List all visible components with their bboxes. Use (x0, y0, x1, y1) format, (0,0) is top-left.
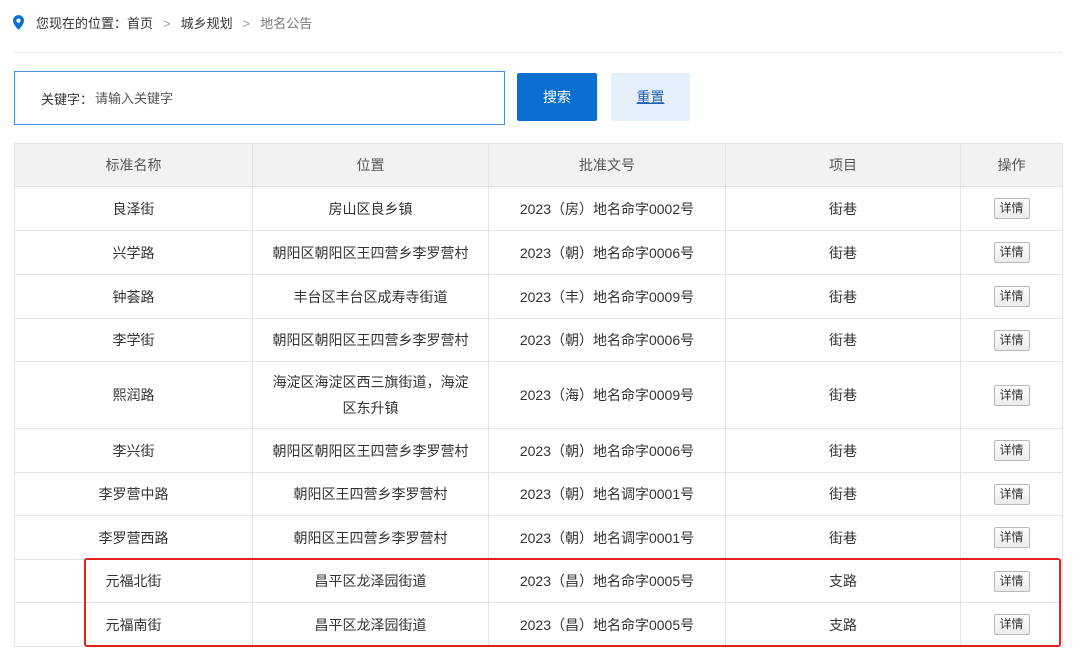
cell-approval-no: 2023（海）地名命字0009号 (489, 362, 726, 429)
table-header: 标准名称 位置 批准文号 项目 操作 (15, 144, 1063, 187)
table-row: 元福北街 昌平区龙泽园街道 2023（昌）地名命字0005号 支路 详情 (15, 560, 1063, 603)
breadcrumb-separator: > (242, 16, 251, 31)
cell-category: 街巷 (726, 319, 961, 362)
cell-location: 朝阳区朝阳区王四营乡李罗营村 (253, 429, 489, 473)
column-header-name: 标准名称 (15, 144, 253, 187)
detail-button[interactable]: 详情 (993, 242, 1030, 263)
cell-location: 昌平区龙泽园街道 (253, 560, 489, 603)
cell-action: 详情 (961, 362, 1063, 429)
table-row: 元福南街 昌平区龙泽园街道 2023（昌）地名命字0005号 支路 详情 (15, 603, 1063, 647)
table-row: 李罗营中路 朝阳区王四营乡李罗营村 2023（朝）地名调字0001号 街巷 详情 (15, 473, 1063, 516)
cell-approval-no: 2023（昌）地名命字0005号 (489, 560, 726, 603)
breadcrumb-separator: > (163, 16, 171, 31)
cell-location: 朝阳区王四营乡李罗营村 (253, 516, 489, 560)
column-header-location: 位置 (253, 144, 489, 187)
table-row: 李学街 朝阳区朝阳区王四营乡李罗营村 2023（朝）地名命字0006号 街巷 详… (15, 319, 1063, 362)
cell-action: 详情 (961, 429, 1063, 473)
breadcrumb-prefix: 您现在的位置： (36, 16, 128, 31)
cell-action: 详情 (961, 319, 1063, 362)
detail-button[interactable]: 详情 (993, 384, 1030, 406)
cell-name: 元福北街 (15, 560, 253, 603)
cell-location: 海淀区海淀区西三旗街道，海淀区东升镇 (253, 362, 489, 429)
search-button[interactable]: 搜索 (517, 73, 597, 121)
table-row: 李罗营西路 朝阳区王四营乡李罗营村 2023（朝）地名调字0001号 街巷 详情 (15, 516, 1063, 560)
cell-category: 街巷 (726, 362, 961, 429)
cell-action: 详情 (961, 560, 1063, 603)
cell-action: 详情 (961, 275, 1063, 319)
reset-button[interactable]: 重置 (611, 73, 690, 121)
cell-approval-no: 2023（朝）地名命字0006号 (489, 429, 726, 473)
cell-approval-no: 2023（丰）地名命字0009号 (489, 275, 726, 319)
detail-button[interactable]: 详情 (993, 286, 1030, 307)
detail-button[interactable]: 详情 (993, 614, 1030, 635)
cell-approval-no: 2023（昌）地名命字0005号 (489, 603, 726, 647)
breadcrumb: 您现在的位置：首页 > 城乡规划 > 地名公告 (36, 14, 312, 34)
divider (14, 52, 1062, 53)
cell-location: 房山区良乡镇 (253, 187, 489, 231)
cell-location: 朝阳区朝阳区王四营乡李罗营村 (253, 231, 489, 275)
cell-name: 熙润路 (15, 362, 253, 429)
cell-action: 详情 (961, 516, 1063, 560)
detail-button[interactable]: 详情 (993, 329, 1030, 351)
column-header-approval-no: 批准文号 (489, 144, 726, 187)
cell-location: 昌平区龙泽园街道 (253, 603, 489, 647)
table-row: 李兴街 朝阳区朝阳区王四营乡李罗营村 2023（朝）地名命字0006号 街巷 详… (15, 429, 1063, 473)
cell-name: 李罗营中路 (15, 473, 253, 516)
cell-name: 李罗营西路 (15, 516, 253, 560)
cell-name: 钟荟路 (15, 275, 253, 319)
table-row: 熙润路 海淀区海淀区西三旗街道，海淀区东升镇 2023（海）地名命字0009号 … (15, 362, 1063, 429)
breadcrumb-home-link[interactable]: 首页 (127, 16, 153, 31)
cell-category: 街巷 (726, 429, 961, 473)
cell-name: 李兴街 (15, 429, 253, 473)
cell-category: 街巷 (726, 187, 961, 231)
table-row: 钟荟路 丰台区丰台区成寿寺街道 2023（丰）地名命字0009号 街巷 详情 (15, 275, 1063, 319)
column-header-action: 操作 (961, 144, 1063, 187)
table-row: 兴学路 朝阳区朝阳区王四营乡李罗营村 2023（朝）地名命字0006号 街巷 详… (15, 231, 1063, 275)
cell-name: 良泽街 (15, 187, 253, 231)
cell-name: 李学街 (15, 319, 253, 362)
cell-name: 元福南街 (15, 603, 253, 647)
keyword-label: 关键字： (41, 91, 94, 107)
cell-category: 街巷 (726, 275, 961, 319)
cell-name: 兴学路 (15, 231, 253, 275)
cell-action: 详情 (961, 231, 1063, 275)
cell-action: 详情 (961, 187, 1063, 231)
breadcrumb-planning-link[interactable]: 城乡规划 (181, 16, 233, 31)
search-box: 关键字： (14, 71, 505, 125)
location-pin-icon (13, 15, 24, 30)
cell-category: 支路 (726, 603, 961, 647)
cell-approval-no: 2023（朝）地名调字0001号 (489, 473, 726, 516)
detail-button[interactable]: 详情 (993, 527, 1030, 548)
cell-category: 街巷 (726, 516, 961, 560)
detail-button[interactable]: 详情 (993, 570, 1030, 592)
cell-location: 朝阳区王四营乡李罗营村 (253, 473, 489, 516)
cell-location: 朝阳区朝阳区王四营乡李罗营村 (253, 319, 489, 362)
cell-category: 街巷 (726, 473, 961, 516)
cell-approval-no: 2023（房）地名命字0002号 (489, 187, 726, 231)
cell-category: 支路 (726, 560, 961, 603)
cell-approval-no: 2023（朝）地名命字0006号 (489, 231, 726, 275)
cell-action: 详情 (961, 473, 1063, 516)
detail-button[interactable]: 详情 (993, 483, 1030, 505)
table-row: 良泽街 房山区良乡镇 2023（房）地名命字0002号 街巷 详情 (15, 187, 1063, 231)
keyword-input[interactable] (95, 83, 476, 113)
cell-category: 街巷 (726, 231, 961, 275)
results-table: 标准名称 位置 批准文号 项目 操作 良泽街 房山区良乡镇 2023（房）地名命… (14, 143, 1063, 647)
cell-approval-no: 2023（朝）地名调字0001号 (489, 516, 726, 560)
detail-button[interactable]: 详情 (993, 440, 1030, 461)
detail-button[interactable]: 详情 (993, 198, 1030, 219)
column-header-category: 项目 (726, 144, 961, 187)
cell-action: 详情 (961, 603, 1063, 647)
cell-approval-no: 2023（朝）地名命字0006号 (489, 319, 726, 362)
breadcrumb-current: 地名公告 (260, 16, 313, 31)
cell-location: 丰台区丰台区成寿寺街道 (253, 275, 489, 319)
